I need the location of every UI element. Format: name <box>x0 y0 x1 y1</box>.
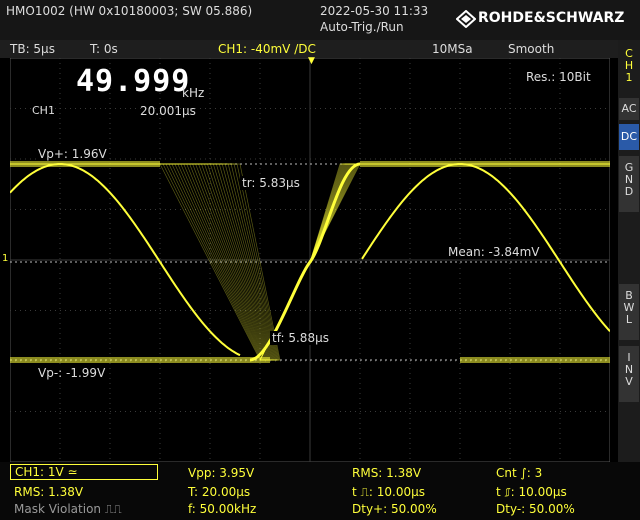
vpp-measure: Vpp: 3.95V <box>188 466 255 480</box>
brand-name: ROHDE&SCHWARZ <box>478 10 625 26</box>
pulse-pos-width: t ⎍: 10.00µs <box>352 485 426 499</box>
top-band-right <box>360 161 610 167</box>
edge-count: Cnt ∫: 3 <box>496 466 543 480</box>
rms-1: RMS: 1.38V <box>14 485 84 499</box>
datetime: 2022-05-30 11:33 <box>320 4 429 18</box>
duty-neg: Dty-: 50.00% <box>496 502 575 516</box>
period-readout: 20.001µs <box>140 104 196 118</box>
time-offset[interactable]: T: 0s <box>90 42 118 56</box>
bottom-band-right <box>460 357 610 363</box>
sidebar: CH1 AC DC GND BWL INV <box>618 40 640 462</box>
duty-pos: Dty+: 50.00% <box>352 502 437 516</box>
frequency-measure: f: 50.00kHz <box>188 502 257 516</box>
coupling-gnd-button[interactable]: GND <box>619 156 639 212</box>
invert-button[interactable]: INV <box>619 346 639 402</box>
top-band <box>10 161 160 167</box>
sample-rate[interactable]: 10MSa <box>432 42 473 56</box>
resolution-readout: Res.: 10Bit <box>526 70 591 84</box>
bwl-button[interactable]: BWL <box>619 284 639 340</box>
ch1-scale[interactable]: CH1: 1V ≃ <box>10 464 158 480</box>
vp-minus-label: Vp-: -1.99V <box>36 366 108 380</box>
period-measure: T: 20.00µs <box>188 485 251 499</box>
rise-time-label: tr: 5.83µs <box>240 176 302 190</box>
waveform-display[interactable] <box>9 57 611 463</box>
mask-violation: Mask Violation ⎍⎍ <box>14 502 122 516</box>
timebase[interactable]: TB: 5µs <box>10 42 55 56</box>
fall-time-label: tf: 5.88µs <box>270 331 331 345</box>
trigger-state: Auto-Trig./Run <box>320 20 404 34</box>
coupling-ac-button[interactable]: AC <box>619 98 639 120</box>
frequency-readout: 49.999 <box>76 64 191 99</box>
bottom-band <box>10 357 270 363</box>
channel-setting[interactable]: CH1: -40mV /DC <box>218 42 316 56</box>
channel-marker: 1 <box>2 253 9 264</box>
brand-logo-icon <box>455 9 477 31</box>
vp-plus-label: Vp+: 1.96V <box>36 147 109 161</box>
rms-2: RMS: 1.38V <box>352 466 422 480</box>
pulse-neg-width: t ⎎: 10.00µs <box>496 485 567 499</box>
acquisition-mode[interactable]: Smooth <box>508 42 554 56</box>
graticule <box>9 57 611 463</box>
readout-channel-tag: CH1 <box>32 104 55 117</box>
coupling-dc-button[interactable]: DC <box>619 124 639 150</box>
mean-label: Mean: -3.84mV <box>446 245 542 259</box>
frequency-unit: kHz <box>182 86 205 100</box>
device-info: HMO1002 (HW 0x10180003; SW 05.886) <box>6 4 253 18</box>
trigger-position-icon: ▼ <box>308 56 315 66</box>
channel-indicator: CH1 <box>624 47 634 84</box>
